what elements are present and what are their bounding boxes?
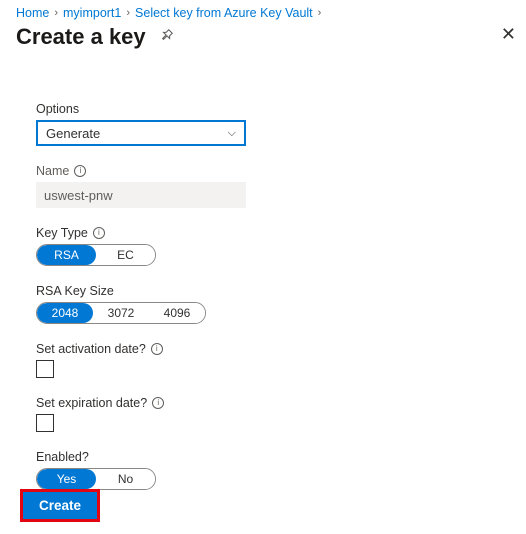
key-type-rsa[interactable]: RSA: [37, 245, 96, 265]
pin-icon[interactable]: [160, 28, 174, 46]
field-rsa-size: RSA Key Size 2048 3072 4096: [36, 284, 490, 324]
rsa-size-toggle: 2048 3072 4096: [36, 302, 206, 324]
info-icon: i: [151, 343, 163, 355]
field-name: Name i: [36, 164, 490, 208]
name-label-row: Name i: [36, 164, 490, 178]
breadcrumb-keyvault[interactable]: myimport1: [63, 6, 121, 20]
enabled-yes[interactable]: Yes: [37, 469, 96, 489]
expiration-checkbox[interactable]: [36, 414, 54, 432]
info-icon: i: [74, 165, 86, 177]
create-button[interactable]: Create: [23, 492, 97, 519]
close-icon[interactable]: ✕: [501, 24, 516, 45]
chevron-right-icon: ›: [54, 7, 58, 19]
field-key-type: Key Type i RSA EC: [36, 226, 490, 266]
key-type-toggle: RSA EC: [36, 244, 156, 266]
enabled-label: Enabled?: [36, 450, 490, 464]
rsa-size-4096[interactable]: 4096: [149, 303, 205, 323]
info-icon: i: [93, 227, 105, 239]
activation-label: Set activation date?: [36, 342, 146, 356]
rsa-size-2048[interactable]: 2048: [37, 303, 93, 323]
field-options: Options Generate ⌵: [36, 102, 490, 146]
field-expiration: Set expiration date? i: [36, 396, 490, 432]
activation-label-row: Set activation date? i: [36, 342, 490, 356]
breadcrumb: Home › myimport1 › Select key from Azure…: [0, 0, 526, 22]
breadcrumb-home[interactable]: Home: [16, 6, 49, 20]
create-highlight: Create: [20, 489, 100, 522]
options-value: Generate: [46, 126, 100, 141]
activation-checkbox[interactable]: [36, 360, 54, 378]
expiration-label: Set expiration date?: [36, 396, 147, 410]
rsa-size-label: RSA Key Size: [36, 284, 490, 298]
chevron-down-icon: ⌵: [228, 127, 236, 140]
info-icon: i: [152, 397, 164, 409]
field-activation: Set activation date? i: [36, 342, 490, 378]
field-enabled: Enabled? Yes No: [36, 450, 490, 490]
expiration-label-row: Set expiration date? i: [36, 396, 490, 410]
page-header: Create a key ✕: [0, 22, 526, 62]
chevron-right-icon: ›: [318, 7, 322, 19]
footer: Create: [20, 489, 100, 522]
key-type-label: Key Type: [36, 226, 88, 240]
options-dropdown[interactable]: Generate ⌵: [36, 120, 246, 146]
name-input[interactable]: [36, 182, 246, 208]
breadcrumb-select-key[interactable]: Select key from Azure Key Vault: [135, 6, 313, 20]
page-title: Create a key: [16, 24, 146, 50]
enabled-no[interactable]: No: [96, 469, 155, 489]
form-area: Options Generate ⌵ Name i Key Type i RSA…: [0, 62, 526, 490]
options-label: Options: [36, 102, 490, 116]
key-type-label-row: Key Type i: [36, 226, 490, 240]
chevron-right-icon: ›: [126, 7, 130, 19]
rsa-size-3072[interactable]: 3072: [93, 303, 149, 323]
name-label: Name: [36, 164, 69, 178]
key-type-ec[interactable]: EC: [96, 245, 155, 265]
enabled-toggle: Yes No: [36, 468, 156, 490]
